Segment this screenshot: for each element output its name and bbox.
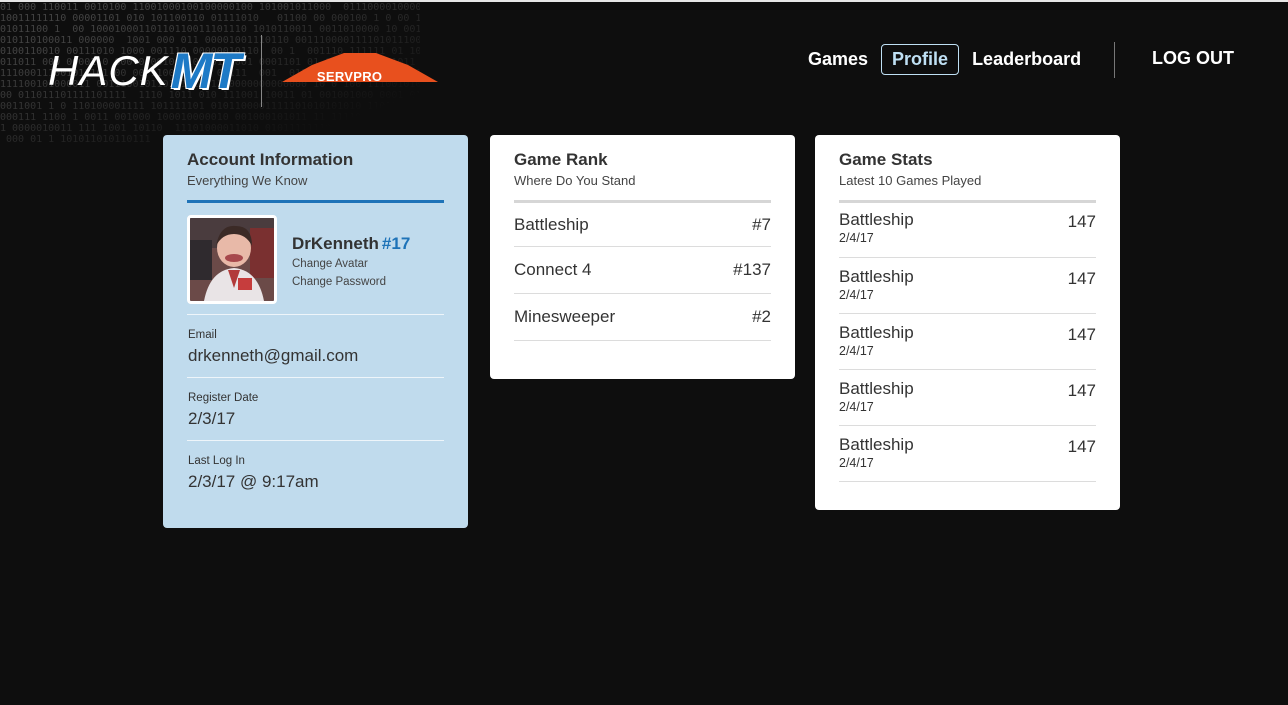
servpro-text: SERVPRO xyxy=(316,69,383,84)
stat-date: 2/4/17 xyxy=(839,400,874,414)
stat-score: 147 xyxy=(1067,437,1096,456)
list-item[interactable]: Battleship 2/4/17 147 xyxy=(839,314,1096,370)
register-date-label: Register Date xyxy=(188,392,259,404)
logo-mt-text: MT xyxy=(170,43,241,99)
game-rank-card: Game Rank Where Do You Stand Battleship … xyxy=(490,135,795,379)
stat-score: 147 xyxy=(1067,325,1096,344)
stat-score: 147 xyxy=(1067,212,1096,231)
logo-hack-text: HACK xyxy=(48,47,169,94)
list-item[interactable]: Battleship 2/4/17 147 xyxy=(839,203,1096,258)
stat-date: 2/4/17 xyxy=(839,231,874,245)
last-login-value: 2/3/17 @ 9:17am xyxy=(188,472,319,491)
main-nav: Games Profile Leaderboard xyxy=(797,44,1094,75)
avatar-image xyxy=(190,218,274,301)
account-information-card: Account Information Everything We Know D… xyxy=(163,135,468,528)
hackmt-logo[interactable]: HACK MT SERVPRO xyxy=(48,35,438,107)
avatar[interactable] xyxy=(187,215,277,304)
rank-game-name: Connect 4 xyxy=(514,260,592,279)
account-card-title: Account Information xyxy=(187,150,354,169)
register-date-field: Register Date 2/3/17 xyxy=(187,378,444,441)
stat-date: 2/4/17 xyxy=(839,344,874,358)
list-item[interactable]: Connect 4 #137 xyxy=(514,247,771,294)
email-label: Email xyxy=(188,329,217,341)
nav-divider xyxy=(1114,42,1115,78)
nav-profile[interactable]: Profile xyxy=(881,44,960,75)
rank-game-name: Minesweeper xyxy=(514,307,616,326)
username: DrKenneth xyxy=(292,233,379,253)
user-rank: #17 xyxy=(381,233,411,253)
game-rank-subtitle: Where Do You Stand xyxy=(514,173,636,188)
game-stats-title: Game Stats xyxy=(839,150,933,169)
change-password-link[interactable]: Change Password xyxy=(292,273,410,291)
rank-value: #7 xyxy=(752,214,771,234)
rank-game-name: Battleship xyxy=(514,214,589,234)
nav-games[interactable]: Games xyxy=(797,44,879,75)
list-item[interactable]: Minesweeper #2 xyxy=(514,294,771,341)
rank-value: #137 xyxy=(733,260,771,279)
logo-divider xyxy=(260,35,262,107)
list-item[interactable]: Battleship 2/4/17 147 xyxy=(839,426,1096,482)
rank-value: #2 xyxy=(752,307,771,326)
stat-date: 2/4/17 xyxy=(839,456,874,470)
game-stats-list: Battleship 2/4/17 147 Battleship 2/4/17 … xyxy=(839,203,1096,482)
list-item[interactable]: Battleship 2/4/17 147 xyxy=(839,258,1096,314)
logout-button[interactable]: LOG OUT xyxy=(1152,48,1234,69)
change-avatar-link[interactable]: Change Avatar xyxy=(292,255,410,273)
nav-leaderboard[interactable]: Leaderboard xyxy=(961,44,1092,75)
stat-game-name: Battleship xyxy=(839,379,914,398)
list-item[interactable]: Battleship #7 xyxy=(514,203,771,247)
email-value: drkenneth@gmail.com xyxy=(188,346,359,365)
stat-date: 2/4/17 xyxy=(839,288,874,302)
register-date-value: 2/3/17 xyxy=(188,409,236,428)
stat-score: 147 xyxy=(1067,381,1096,400)
stat-score: 147 xyxy=(1067,269,1096,288)
list-item[interactable]: Battleship 2/4/17 147 xyxy=(839,370,1096,426)
username-line: DrKenneth #17 xyxy=(292,233,410,255)
account-card-subtitle: Everything We Know xyxy=(187,173,308,188)
game-rank-list: Battleship #7 Connect 4 #137 Minesweeper… xyxy=(514,203,771,341)
game-stats-subtitle: Latest 10 Games Played xyxy=(839,173,982,188)
servpro-logo: SERVPRO xyxy=(281,51,438,91)
profile-summary: DrKenneth #17 Change Avatar Change Passwo… xyxy=(187,203,444,315)
stat-game-name: Battleship xyxy=(839,210,914,229)
game-rank-title: Game Rank xyxy=(514,150,608,169)
last-login-label: Last Log In xyxy=(188,455,245,467)
last-login-field: Last Log In 2/3/17 @ 9:17am xyxy=(187,441,444,503)
stat-game-name: Battleship xyxy=(839,267,914,286)
stat-game-name: Battleship xyxy=(839,435,914,454)
email-field: Email drkenneth@gmail.com xyxy=(187,315,444,378)
stat-game-name: Battleship xyxy=(839,323,914,342)
game-stats-card: Game Stats Latest 10 Games Played Battle… xyxy=(815,135,1120,510)
profile-info: DrKenneth #17 Change Avatar Change Passwo… xyxy=(292,233,410,291)
